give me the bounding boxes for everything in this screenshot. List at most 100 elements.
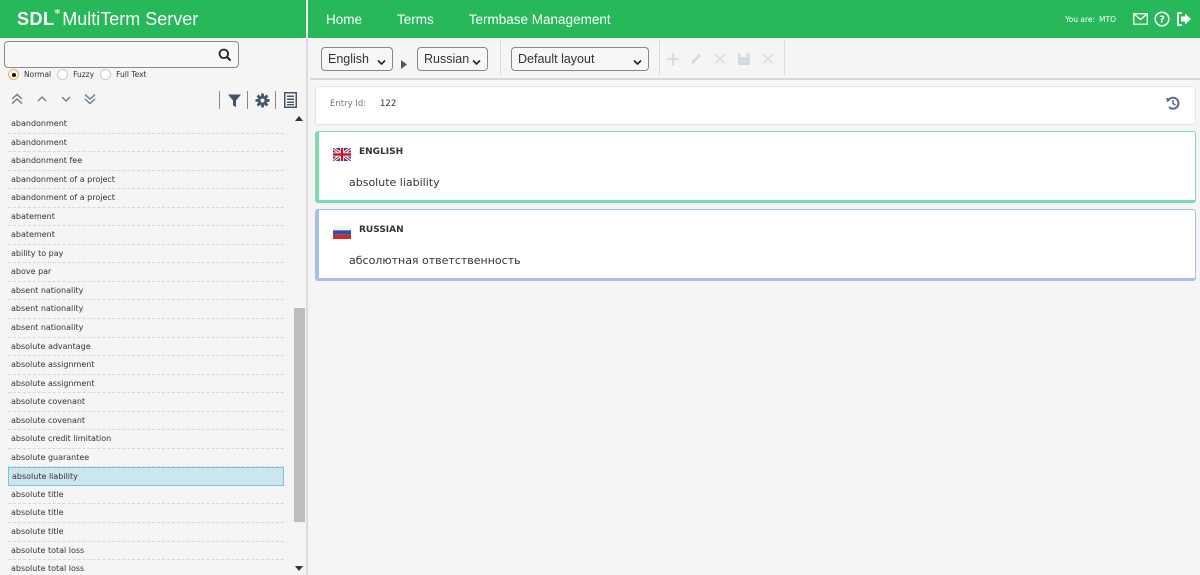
term-list-item[interactable]: abatement [8,226,284,245]
search-icon[interactable] [218,47,232,66]
chevron-down-icon [377,55,386,69]
language-name: RUSSIAN [359,225,404,235]
user-box: You are: MTO ? [1065,0,1200,38]
you-are-label: You are: [1065,14,1096,24]
edit-entry-icon[interactable] [688,51,704,67]
mode-normal-label: Normal [24,70,52,79]
term-list-item[interactable]: absolute title [8,504,284,524]
term-text: absolute liability [349,176,440,189]
language-section-english: ENGLISH absolute liability [315,131,1196,203]
term-list-item[interactable]: absolute assignment [8,356,284,375]
term-list-item[interactable]: abandonment of a project [8,189,284,208]
term-text: абсолютная ответственность [349,254,521,267]
first-page-icon[interactable] [10,92,24,106]
toolbar-divider [219,91,220,109]
mode-full-text-label: Full Text [116,70,147,79]
term-list-item[interactable]: abandonment of a project [8,171,284,190]
last-page-icon[interactable] [83,92,97,106]
layout-value: Default layout [518,52,595,66]
term-list-panel: Normal Fuzzy Full Text abandonment aband… [0,38,308,575]
entry-id-label: Entry Id: [330,99,367,109]
history-icon[interactable] [1165,95,1181,115]
chevron-down-icon [633,55,642,69]
mode-fuzzy[interactable]: Fuzzy [57,69,94,80]
term-list-item[interactable]: absolute credit limitation [8,430,284,449]
term-list-item[interactable]: absolute title [8,523,284,542]
search-input[interactable] [5,42,205,67]
source-language-value: English [328,52,369,66]
term-list-item[interactable]: absolute assignment [8,375,284,394]
language-direction-icon [401,54,407,73]
brand-logo[interactable]: SDL * MultiTerm Server [0,0,308,38]
toolbar-divider [500,40,501,76]
source-language-select[interactable]: English [321,47,393,71]
term-list-item[interactable]: absolute total loss [8,560,284,575]
term-list-item-selected[interactable]: absolute liability [8,467,284,486]
brand-product: MultiTerm Server [62,8,199,29]
term-list-scrollbar[interactable] [292,111,306,575]
brand-star: * [54,6,61,20]
radio-full-text[interactable] [100,69,112,80]
term-list-item[interactable]: abandonment [8,134,284,153]
term-list-item[interactable]: absent nationality [8,300,284,320]
nav-home[interactable]: Home [326,12,362,27]
search-mode-group: Normal Fuzzy Full Text [8,69,153,80]
toolbar-divider [659,40,660,76]
scrollbar-thumb[interactable] [294,308,305,522]
term-list-item[interactable]: absent nationality [8,282,284,301]
term-list-item[interactable]: absolute total loss [8,542,284,561]
target-language-value: Russian [424,52,470,66]
next-icon[interactable] [59,92,73,106]
mode-full-text[interactable]: Full Text [100,69,147,80]
term-list-item[interactable]: abandonment fee [8,152,284,171]
layout-select[interactable]: Default layout [511,47,649,71]
user-name: MTO [1099,14,1116,24]
term-list-item[interactable]: abatement [8,208,284,227]
add-entry-icon[interactable] [665,51,681,67]
scroll-down-icon[interactable] [295,565,303,573]
delete-entry-icon[interactable] [712,51,728,67]
gear-icon[interactable] [254,92,270,108]
term-list-item[interactable]: absent nationality [8,319,284,338]
target-language-select[interactable]: Russian [417,47,488,71]
term-list-item[interactable]: absolute title [8,486,284,505]
list-view-icon[interactable] [282,92,298,108]
filter-icon[interactable] [226,92,242,108]
term-list: abandonment abandonment abandonment fee aba… [8,115,284,575]
language-name: ENGLISH [359,147,404,157]
help-icon[interactable]: ? [1154,11,1170,27]
nav-terms[interactable]: Terms [397,12,434,27]
previous-icon[interactable] [35,92,49,106]
language-section-russian: RUSSIAN абсолютная ответственность [315,209,1196,281]
multiterm-app: SDL * MultiTerm Server Home Terms Termba… [0,0,1200,575]
entry-panel: English Russian Default layout Entry Id:… [310,38,1200,575]
term-list-item[interactable]: absolute covenant [8,393,284,412]
term-list-item[interactable]: abandonment [8,115,284,134]
term-list-item[interactable]: absolute advantage [8,338,284,357]
term-list-item[interactable]: absolute guarantee [8,449,284,468]
term-list-item[interactable]: ability to pay [8,245,284,264]
chevron-down-icon [472,55,481,69]
top-bar: SDL * MultiTerm Server Home Terms Termba… [0,0,1200,38]
save-icon[interactable] [736,51,752,67]
nav-termbase-management[interactable]: Termbase Management [469,12,611,27]
list-nav-toolbar [8,90,300,110]
main-nav: Home Terms Termbase Management [308,0,1065,38]
brand-sdl: SDL [17,8,55,29]
term-list-item[interactable]: absolute covenant [8,412,284,431]
entry-id-card: Entry Id: 122 [315,86,1196,125]
toolbar-divider [275,91,276,109]
cancel-edit-icon[interactable] [760,51,776,67]
russia-flag-icon [333,224,351,239]
svg-text:?: ? [1159,15,1165,26]
mail-icon[interactable] [1132,11,1148,27]
entry-id-value: 122 [380,99,397,109]
term-list-item[interactable]: above par [8,263,284,282]
radio-normal[interactable] [8,69,19,80]
mode-normal[interactable]: Normal [8,69,51,80]
radio-fuzzy[interactable] [57,69,69,80]
logout-icon[interactable] [1176,11,1192,27]
scroll-up-icon[interactable] [295,114,303,122]
uk-flag-icon [332,146,352,163]
mode-fuzzy-label: Fuzzy [73,70,95,79]
